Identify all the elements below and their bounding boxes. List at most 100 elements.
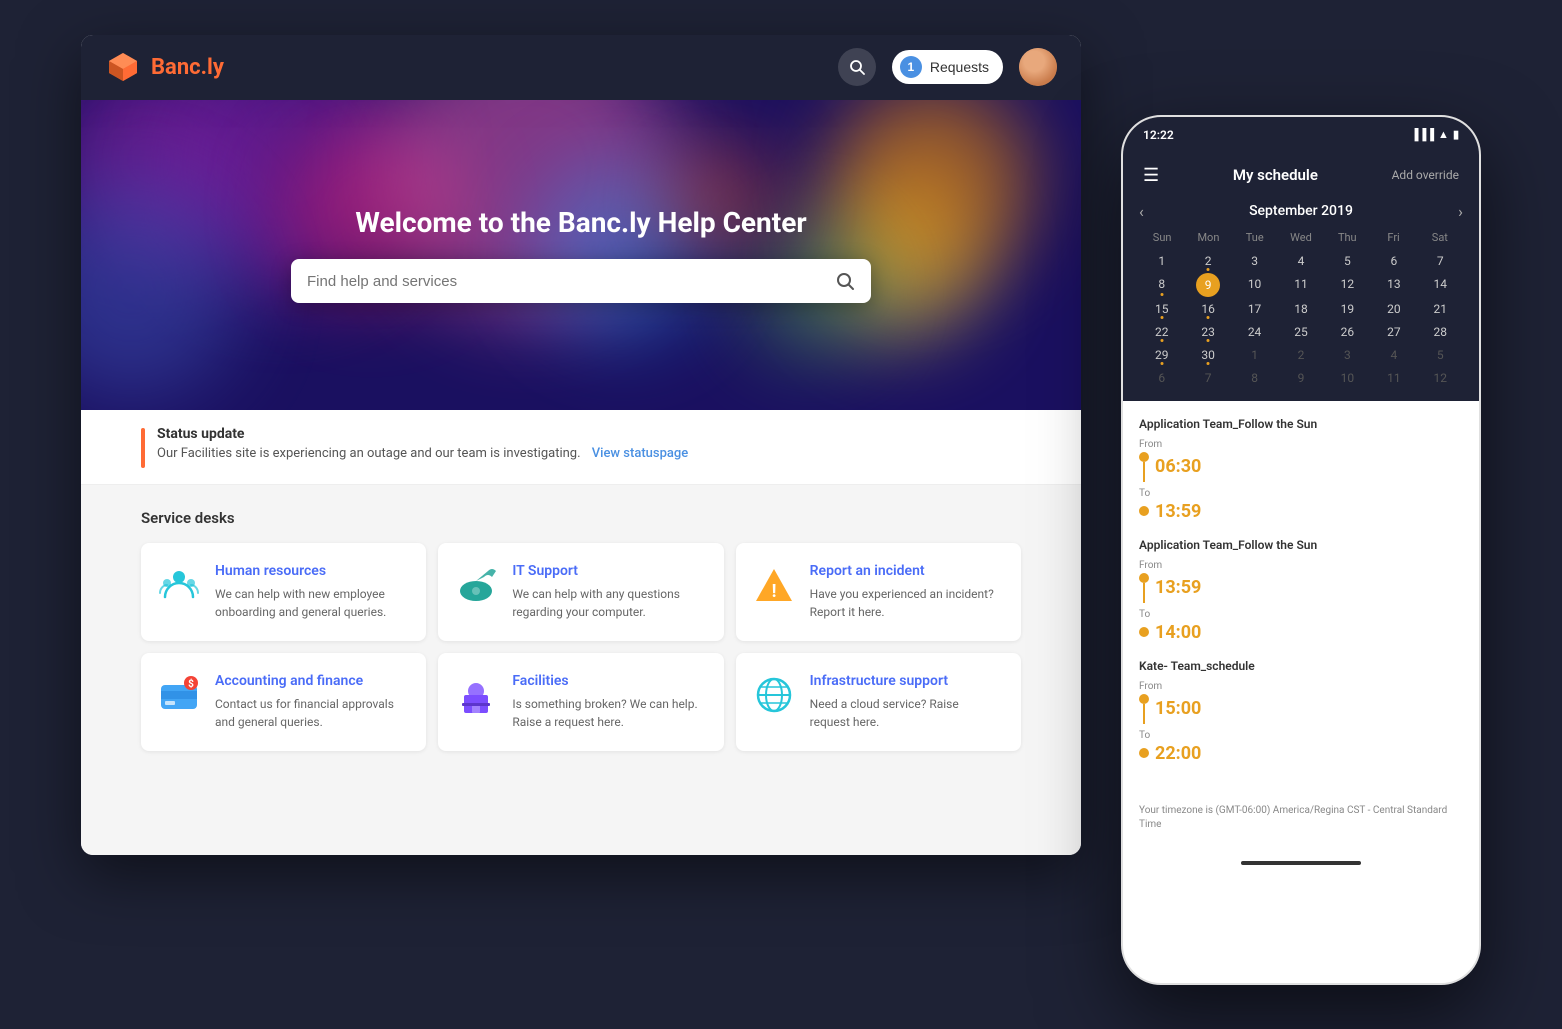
cal-day[interactable]: 2 [1185,250,1230,272]
cards-grid: Human resources We can help with new emp… [141,543,1021,751]
facilities-card-desc: Is something broken? We can help. Raise … [512,695,703,731]
search-bar[interactable] [291,259,871,303]
to-time: 13:59 [1155,501,1201,522]
cal-day[interactable]: 7 [1418,250,1463,272]
cal-day[interactable]: 12 [1325,273,1370,297]
cal-day[interactable]: 27 [1371,321,1416,343]
nav-bar: Banc.ly 1 Requests [81,35,1081,100]
cal-day-dot [1207,362,1210,365]
phone-header-title: My schedule [1233,166,1318,184]
logo-text: Banc.ly [151,55,224,80]
time-line [1143,462,1145,482]
cal-next-button[interactable]: › [1458,202,1463,221]
logo-area: Banc.ly [105,49,224,85]
cal-day[interactable]: 8 [1139,273,1184,297]
cal-day[interactable]: 10 [1232,273,1277,297]
cal-day[interactable]: 3 [1232,250,1277,272]
cal-day-dot [1207,268,1210,271]
svg-text:$: $ [188,677,194,690]
hamburger-icon[interactable]: ☰ [1143,165,1159,186]
cal-day[interactable]: 5 [1325,250,1370,272]
hr-card-text: Human resources We can help with new emp… [215,563,406,621]
status-link[interactable]: View statuspage [592,446,688,461]
cal-day[interactable]: 2 [1278,344,1323,366]
schedule-list: Application Team_Follow the Sun From 06:… [1123,401,1479,796]
cal-day[interactable]: 6 [1139,367,1184,389]
cal-day[interactable]: 21 [1418,298,1463,320]
cal-days: 1234567891011121314151617181920212223242… [1139,250,1463,389]
cal-day[interactable]: 9 [1196,273,1220,297]
requests-button[interactable]: 1 Requests [892,50,1003,84]
cal-day[interactable]: 3 [1325,344,1370,366]
weekday-fri: Fri [1370,229,1416,246]
add-override-button[interactable]: Add override [1392,168,1459,182]
cal-day[interactable]: 14 [1418,273,1463,297]
cal-day[interactable]: 4 [1278,250,1323,272]
to-dot [1139,748,1149,758]
cal-day[interactable]: 24 [1232,321,1277,343]
service-desks-section: Service desks [81,485,1081,775]
search-input[interactable] [307,273,835,290]
cal-day-dot [1207,339,1210,342]
cal-day[interactable]: 6 [1371,250,1416,272]
card-it-support[interactable]: IT Support We can help with any question… [438,543,723,641]
facilities-card-title: Facilities [512,673,703,689]
hr-icon [157,563,201,607]
from-time: 06:30 [1155,456,1201,477]
cal-day[interactable]: 11 [1278,273,1323,297]
cal-day[interactable]: 1 [1232,344,1277,366]
status-bar: Status update Our Facilities site is exp… [81,410,1081,485]
phone-time: 12:22 [1143,128,1174,142]
cal-day[interactable]: 16 [1185,298,1230,320]
to-label: To [1139,609,1150,620]
infrastructure-card-text: Infrastructure support Need a cloud serv… [810,673,1001,731]
cal-day[interactable]: 23 [1185,321,1230,343]
cal-day[interactable]: 1 [1139,250,1184,272]
from-time: 13:59 [1155,577,1201,598]
nav-search-button[interactable] [838,48,876,86]
cal-day[interactable]: 5 [1418,344,1463,366]
cal-day[interactable]: 19 [1325,298,1370,320]
card-infrastructure[interactable]: Infrastructure support Need a cloud serv… [736,653,1021,751]
cal-day[interactable]: 4 [1371,344,1416,366]
cal-day[interactable]: 25 [1278,321,1323,343]
cal-day[interactable]: 11 [1371,367,1416,389]
cal-day[interactable]: 29 [1139,344,1184,366]
cal-day[interactable]: 7 [1185,367,1230,389]
battery-icon: ▮ [1453,128,1459,141]
card-accounting[interactable]: $ Accounting and finance Contact us for … [141,653,426,751]
cal-prev-button[interactable]: ‹ [1139,202,1144,221]
cal-day[interactable]: 20 [1371,298,1416,320]
accounting-card-title: Accounting and finance [215,673,406,689]
calendar-grid: Sun Mon Tue Wed Thu Fri Sat 123456789101… [1139,229,1463,389]
calendar-nav: ‹ September 2019 › [1139,198,1463,229]
cal-day[interactable]: 12 [1418,367,1463,389]
cal-month-label: September 2019 [1249,203,1353,219]
avatar[interactable] [1019,48,1057,86]
cal-day[interactable]: 15 [1139,298,1184,320]
avatar-image [1019,48,1057,86]
weekday-sun: Sun [1139,229,1185,246]
cal-day[interactable]: 10 [1325,367,1370,389]
card-facilities[interactable]: Facilities Is something broken? We can h… [438,653,723,751]
service-desks-title: Service desks [141,509,1021,527]
card-incident[interactable]: ! Report an incident Have you experience… [736,543,1021,641]
incident-card-desc: Have you experienced an incident? Report… [810,585,1001,621]
card-human-resources[interactable]: Human resources We can help with new emp… [141,543,426,641]
cal-day[interactable]: 22 [1139,321,1184,343]
cal-day[interactable]: 17 [1232,298,1277,320]
status-accent [141,428,145,468]
cal-day[interactable]: 30 [1185,344,1230,366]
phone-status-bar: 12:22 ▐▐▐ ▲ ▮ [1123,117,1479,153]
cal-day[interactable]: 28 [1418,321,1463,343]
cal-day[interactable]: 9 [1278,367,1323,389]
wifi-icon: ▲ [1438,128,1449,141]
from-time: 15:00 [1155,698,1201,719]
schedule-item-title: Application Team_Follow the Sun [1139,538,1463,552]
cal-day[interactable]: 18 [1278,298,1323,320]
facilities-card-text: Facilities Is something broken? We can h… [512,673,703,731]
schedule-item: Kate- Team_schedule From 15:00 To 22:00 [1139,659,1463,764]
cal-day[interactable]: 8 [1232,367,1277,389]
cal-day[interactable]: 26 [1325,321,1370,343]
cal-day[interactable]: 13 [1371,273,1416,297]
